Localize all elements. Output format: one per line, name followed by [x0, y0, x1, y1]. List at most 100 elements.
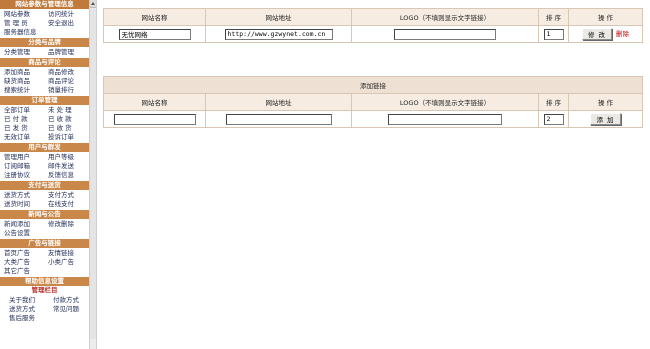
- new-site-name-input[interactable]: [113, 113, 196, 125]
- delete-link[interactable]: 删除: [616, 30, 629, 38]
- sidebar-menu-row: 首页广告 友情链接: [0, 249, 89, 258]
- scroll-up-arrow-icon[interactable]: [90, 0, 96, 8]
- sidebar-item[interactable]: 友情链接: [44, 249, 88, 258]
- sidebar-item: [44, 229, 88, 238]
- new-order-input[interactable]: [543, 113, 564, 125]
- sidebar-item[interactable]: 分类管理: [0, 48, 44, 57]
- sidebar-section-header[interactable]: 订单管理: [0, 96, 89, 105]
- sidebar-item[interactable]: 已 付 款: [0, 115, 44, 124]
- new-site-url-input[interactable]: [225, 113, 332, 125]
- sidebar-section-header[interactable]: 管理栏目: [0, 286, 89, 295]
- logo-input[interactable]: [394, 28, 496, 40]
- sidebar-item[interactable]: 添加商品: [0, 68, 44, 77]
- sidebar-menu-row: 管 理 员安全退出: [0, 19, 89, 28]
- sidebar-item[interactable]: 商品评论: [44, 77, 88, 86]
- sidebar-item[interactable]: 网站参数: [0, 10, 44, 19]
- sidebar-section-header[interactable]: 商品与评论: [0, 58, 89, 67]
- cell-new-site-url: [205, 110, 352, 128]
- sidebar-item[interactable]: 支付方式: [44, 191, 88, 200]
- sidebar-item[interactable]: 公告设置: [0, 229, 44, 238]
- sidebar-item: [44, 267, 88, 276]
- cell-site-name: [103, 25, 206, 43]
- sidebar-item[interactable]: 缺货商品: [0, 77, 44, 86]
- sidebar-section-links: 分类管理 品牌管理: [0, 47, 89, 58]
- sidebar-section-links: 送货方式 支付方式 送货时间 在线支付: [0, 190, 89, 210]
- add-link-caption-row: 添加链接: [102, 76, 644, 94]
- sidebar-section-header[interactable]: 广告与链接: [0, 239, 89, 248]
- site-name-input[interactable]: [118, 28, 191, 40]
- add-link-table: 添加链接 网站名称 网站地址 LOGO（不填则显示文字链接） 排 序 操 作 添…: [102, 76, 644, 128]
- edit-button[interactable]: 修 改: [581, 28, 613, 40]
- sidebar-item[interactable]: 关于我们: [0, 296, 44, 305]
- sidebar-item[interactable]: 小类广告: [44, 258, 88, 267]
- sidebar-item[interactable]: 用户等级: [44, 153, 88, 162]
- sidebar-item[interactable]: 送货方式: [0, 191, 44, 200]
- sidebar-item[interactable]: 送货方式: [0, 305, 44, 314]
- col-header-site-name: 网站名称: [103, 8, 206, 26]
- sidebar-item[interactable]: 已 收 货: [44, 124, 88, 133]
- sidebar-item: [44, 28, 88, 37]
- add-button[interactable]: 添 加: [590, 113, 621, 125]
- sidebar-item[interactable]: 首页广告: [0, 249, 44, 258]
- sidebar-item[interactable]: 无效订单: [0, 133, 44, 142]
- site-url-input[interactable]: [224, 28, 333, 40]
- sidebar-scrollbar[interactable]: [89, 0, 97, 349]
- sidebar-menu-row: 服务器信息: [0, 28, 89, 37]
- sidebar-item[interactable]: 注册协议: [0, 171, 44, 180]
- sidebar-item[interactable]: 新闻添加: [0, 220, 44, 229]
- sidebar-item[interactable]: 未 处 理: [44, 106, 88, 115]
- sidebar-item[interactable]: 已 收 款: [44, 115, 88, 124]
- sidebar-menu-row: 其它广告: [0, 267, 89, 276]
- col-header-site-name: 网站名称: [103, 93, 206, 111]
- cell-logo: [351, 25, 539, 43]
- new-logo-input[interactable]: [388, 113, 502, 125]
- order-input[interactable]: [543, 28, 564, 40]
- sidebar-item[interactable]: 服务器信息: [0, 28, 44, 37]
- sidebar-item[interactable]: 送货时间: [0, 200, 44, 209]
- sidebar-section-header[interactable]: 网站参数与管理信息: [0, 0, 89, 9]
- sidebar-item[interactable]: 其它广告: [0, 267, 44, 276]
- sidebar-item[interactable]: 访问统计: [44, 10, 88, 19]
- sidebar-item[interactable]: 反馈信息: [44, 171, 88, 180]
- sidebar-menu-row: 全部订单未 处 理: [0, 106, 89, 115]
- sidebar-section-header[interactable]: 用户与群发: [0, 143, 89, 152]
- sidebar-section-header[interactable]: 分类与品牌: [0, 38, 89, 47]
- sidebar-menu-row: 售后服务: [0, 314, 89, 323]
- sidebar-menu-row: 大类广告 小类广告: [0, 258, 89, 267]
- table-row: 修 改删除: [103, 25, 643, 43]
- cell-new-order: [538, 110, 569, 128]
- sidebar-item[interactable]: 投诉订单: [44, 133, 88, 142]
- col-header-logo: LOGO（不填则显示文字链接）: [351, 8, 539, 26]
- col-header-logo: LOGO（不填则显示文字链接）: [351, 93, 539, 111]
- sidebar-menu-row: 已 付 款已 收 款: [0, 115, 89, 124]
- sidebar-item[interactable]: 商品修改: [44, 68, 88, 77]
- add-link-form-row: 添 加: [103, 110, 644, 128]
- sidebar-item[interactable]: 订阅邮箱: [0, 162, 44, 171]
- sidebar-section-links: 管理用户 用户等级 订阅邮箱 邮件发送 注册协议 反馈信息: [0, 152, 89, 181]
- col-header-order: 排 序: [538, 8, 569, 26]
- cell-order: [538, 25, 569, 43]
- sidebar-item[interactable]: 常见问题: [44, 305, 88, 314]
- sidebar-item[interactable]: 付款方式: [44, 296, 88, 305]
- sidebar-menu-row: 分类管理 品牌管理: [0, 48, 89, 57]
- sidebar-item[interactable]: 修改删除: [44, 220, 88, 229]
- sidebar-item[interactable]: 管理用户: [0, 153, 44, 162]
- sidebar-section-header[interactable]: 帮助信息设置: [0, 277, 89, 286]
- sidebar-item[interactable]: 搜索统计: [0, 86, 44, 95]
- sidebar-item[interactable]: 已 发 货: [0, 124, 44, 133]
- sidebar-item[interactable]: 品牌管理: [44, 48, 88, 57]
- scroll-thumb[interactable]: [90, 9, 96, 339]
- sidebar-section-links: 首页广告 友情链接 大类广告 小类广告 其它广告: [0, 248, 89, 277]
- sidebar-section-header[interactable]: 支付与送货: [0, 181, 89, 190]
- table-header-row: 网站名称 网站地址 LOGO（不填则显示文字链接） 排 序 操 作: [103, 93, 644, 111]
- sidebar-item[interactable]: 全部订单: [0, 106, 44, 115]
- sidebar-item[interactable]: 安全退出: [44, 19, 88, 28]
- sidebar-item[interactable]: 售后服务: [0, 314, 44, 323]
- sidebar-item[interactable]: 大类广告: [0, 258, 44, 267]
- sidebar-item[interactable]: 销量排行: [44, 86, 88, 95]
- sidebar-section-header[interactable]: 新闻与公告: [0, 210, 89, 219]
- sidebar-item: [44, 314, 88, 323]
- sidebar-item[interactable]: 邮件发送: [44, 162, 88, 171]
- sidebar-item[interactable]: 管 理 员: [0, 19, 44, 28]
- sidebar-item[interactable]: 在线支付: [44, 200, 88, 209]
